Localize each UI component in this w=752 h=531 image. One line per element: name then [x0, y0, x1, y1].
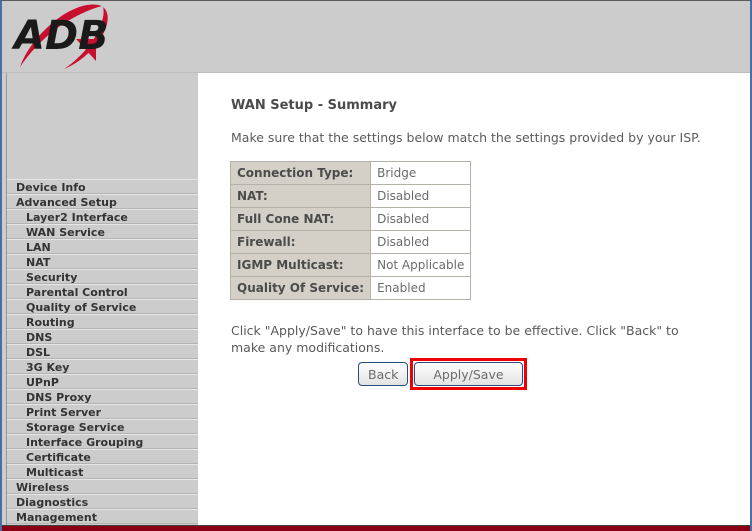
summary-label: Connection Type: — [229, 161, 372, 185]
table-row: Full Cone NAT: Disabled — [229, 207, 472, 231]
page-title: WAN Setup - Summary — [231, 98, 397, 113]
summary-label: NAT: — [229, 184, 372, 208]
sidebar-item-upnp[interactable]: UPnP — [2, 374, 198, 389]
sidebar-item-advanced-setup[interactable]: Advanced Setup — [2, 194, 198, 209]
sidebar-item-diagnostics[interactable]: Diagnostics — [2, 494, 198, 509]
apply-save-button[interactable]: Apply/Save — [414, 362, 523, 386]
instruction-note: Click "Apply/Save" to have this interfac… — [231, 323, 679, 355]
sidebar-item-certificate[interactable]: Certificate — [2, 449, 198, 464]
summary-label: IGMP Multicast: — [229, 253, 372, 277]
main-content: WAN Setup - Summary Make sure that the s… — [198, 73, 750, 525]
summary-value: Enabled — [370, 276, 472, 300]
table-row: NAT: Disabled — [229, 184, 472, 208]
wan-summary-table: Connection Type: Bridge NAT: Disabled Full C… — [229, 161, 472, 300]
summary-value: Bridge — [370, 161, 472, 185]
svg-text:ADB: ADB — [11, 13, 109, 59]
sidebar-item-routing[interactable]: Routing — [2, 314, 198, 329]
sidebar-item-parental-control[interactable]: Parental Control — [2, 284, 198, 299]
sidebar-item-interface-grouping[interactable]: Interface Grouping — [2, 434, 198, 449]
sidebar-item-dns-proxy[interactable]: DNS Proxy — [2, 389, 198, 404]
table-row: Connection Type: Bridge — [229, 161, 472, 185]
sidebar-menu-list: Device Info Advanced Setup Layer2 Interfac… — [2, 179, 198, 524]
footer-bar — [2, 525, 750, 531]
sidebar-item-layer2-interface[interactable]: Layer2 Interface — [2, 209, 198, 224]
intro-text: Make sure that the settings below match … — [231, 130, 701, 145]
apply-save-highlight: Apply/Save — [410, 358, 527, 390]
button-row: Back Apply/Save — [358, 358, 527, 390]
summary-label: Quality Of Service: — [229, 276, 372, 300]
summary-value: Disabled — [370, 230, 472, 254]
sidebar-item-nat[interactable]: NAT — [2, 254, 198, 269]
browser-page: ADB Device Info Advanced Setup Layer2 Inte… — [0, 0, 752, 531]
sidebar-item-dns[interactable]: DNS — [2, 329, 198, 344]
sidebar-rail — [2, 73, 7, 525]
summary-value: Not Applicable — [370, 253, 472, 277]
sidebar-item-security[interactable]: Security — [2, 269, 198, 284]
header-banner: ADB — [2, 1, 750, 73]
table-row: Quality Of Service: Enabled — [229, 276, 472, 300]
sidebar-item-storage-service[interactable]: Storage Service — [2, 419, 198, 434]
summary-value: Disabled — [370, 207, 472, 231]
sidebar-item-wan-service[interactable]: WAN Service — [2, 224, 198, 239]
sidebar-item-multicast[interactable]: Multicast — [2, 464, 198, 479]
sidebar-top-spacer — [2, 73, 198, 179]
adb-logo: ADB — [10, 3, 120, 71]
sidebar-item-quality-of-service[interactable]: Quality of Service — [2, 299, 198, 314]
sidebar-item-wireless[interactable]: Wireless — [2, 479, 198, 494]
back-button[interactable]: Back — [358, 362, 409, 386]
summary-label: Full Cone NAT: — [229, 207, 372, 231]
sidebar-navigation: Device Info Advanced Setup Layer2 Interfac… — [2, 73, 198, 525]
sidebar-item-lan[interactable]: LAN — [2, 239, 198, 254]
sidebar-item-device-info[interactable]: Device Info — [2, 179, 198, 194]
summary-label: Firewall: — [229, 230, 372, 254]
sidebar-item-management[interactable]: Management — [2, 509, 198, 524]
table-row: IGMP Multicast: Not Applicable — [229, 253, 472, 277]
summary-value: Disabled — [370, 184, 472, 208]
sidebar-item-3g-key[interactable]: 3G Key — [2, 359, 198, 374]
sidebar-item-print-server[interactable]: Print Server — [2, 404, 198, 419]
table-row: Firewall: Disabled — [229, 230, 472, 254]
sidebar-item-dsl[interactable]: DSL — [2, 344, 198, 359]
